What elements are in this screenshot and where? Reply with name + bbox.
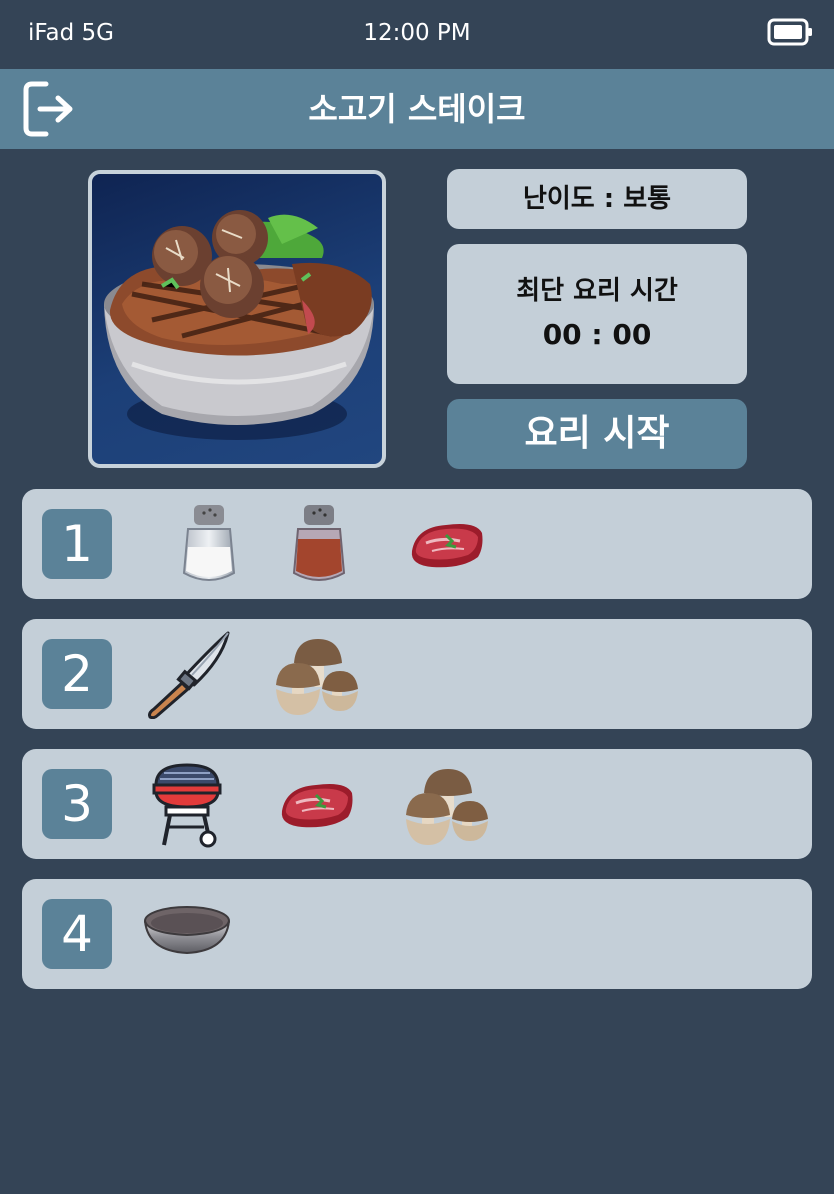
- logout-icon[interactable]: [22, 80, 76, 138]
- step-row: 3: [22, 749, 812, 859]
- dish-image: [88, 170, 386, 468]
- title-bar: 소고기 스테이크: [0, 69, 834, 149]
- status-bar: iFad 5G 12:00 PM: [0, 0, 834, 68]
- beef-steak-bowl-image: [104, 210, 374, 440]
- step-row: 4: [22, 879, 812, 989]
- start-cooking-button[interactable]: 요리 시작: [447, 399, 747, 469]
- knife-icon: [142, 629, 232, 719]
- page-title: 소고기 스테이크: [308, 90, 526, 128]
- mushroom-icon: [272, 629, 362, 719]
- raw-beef-icon: [402, 499, 492, 589]
- best-time-label: 최단 요리 시간: [516, 276, 678, 306]
- difficulty-label: 난이도 : 보통: [447, 169, 747, 229]
- step-number: 2: [42, 639, 112, 709]
- step-number: 1: [42, 509, 112, 579]
- clock: 12:00 PM: [363, 20, 471, 46]
- step-number: 4: [42, 899, 112, 969]
- best-time-panel: 최단 요리 시간 00 : 00: [447, 244, 747, 384]
- step-number: 3: [42, 769, 112, 839]
- raw-beef-icon: [272, 759, 362, 849]
- best-time-value: 00 : 00: [542, 318, 652, 351]
- mushroom-icon: [402, 759, 492, 849]
- bowl-icon: [142, 889, 232, 979]
- step-row: 2: [22, 619, 812, 729]
- pepper-shaker-icon: [274, 499, 364, 589]
- battery-icon: [767, 18, 812, 46]
- salt-shaker-icon: [164, 499, 254, 589]
- grill-icon: [142, 759, 232, 849]
- step-row: 1: [22, 489, 812, 599]
